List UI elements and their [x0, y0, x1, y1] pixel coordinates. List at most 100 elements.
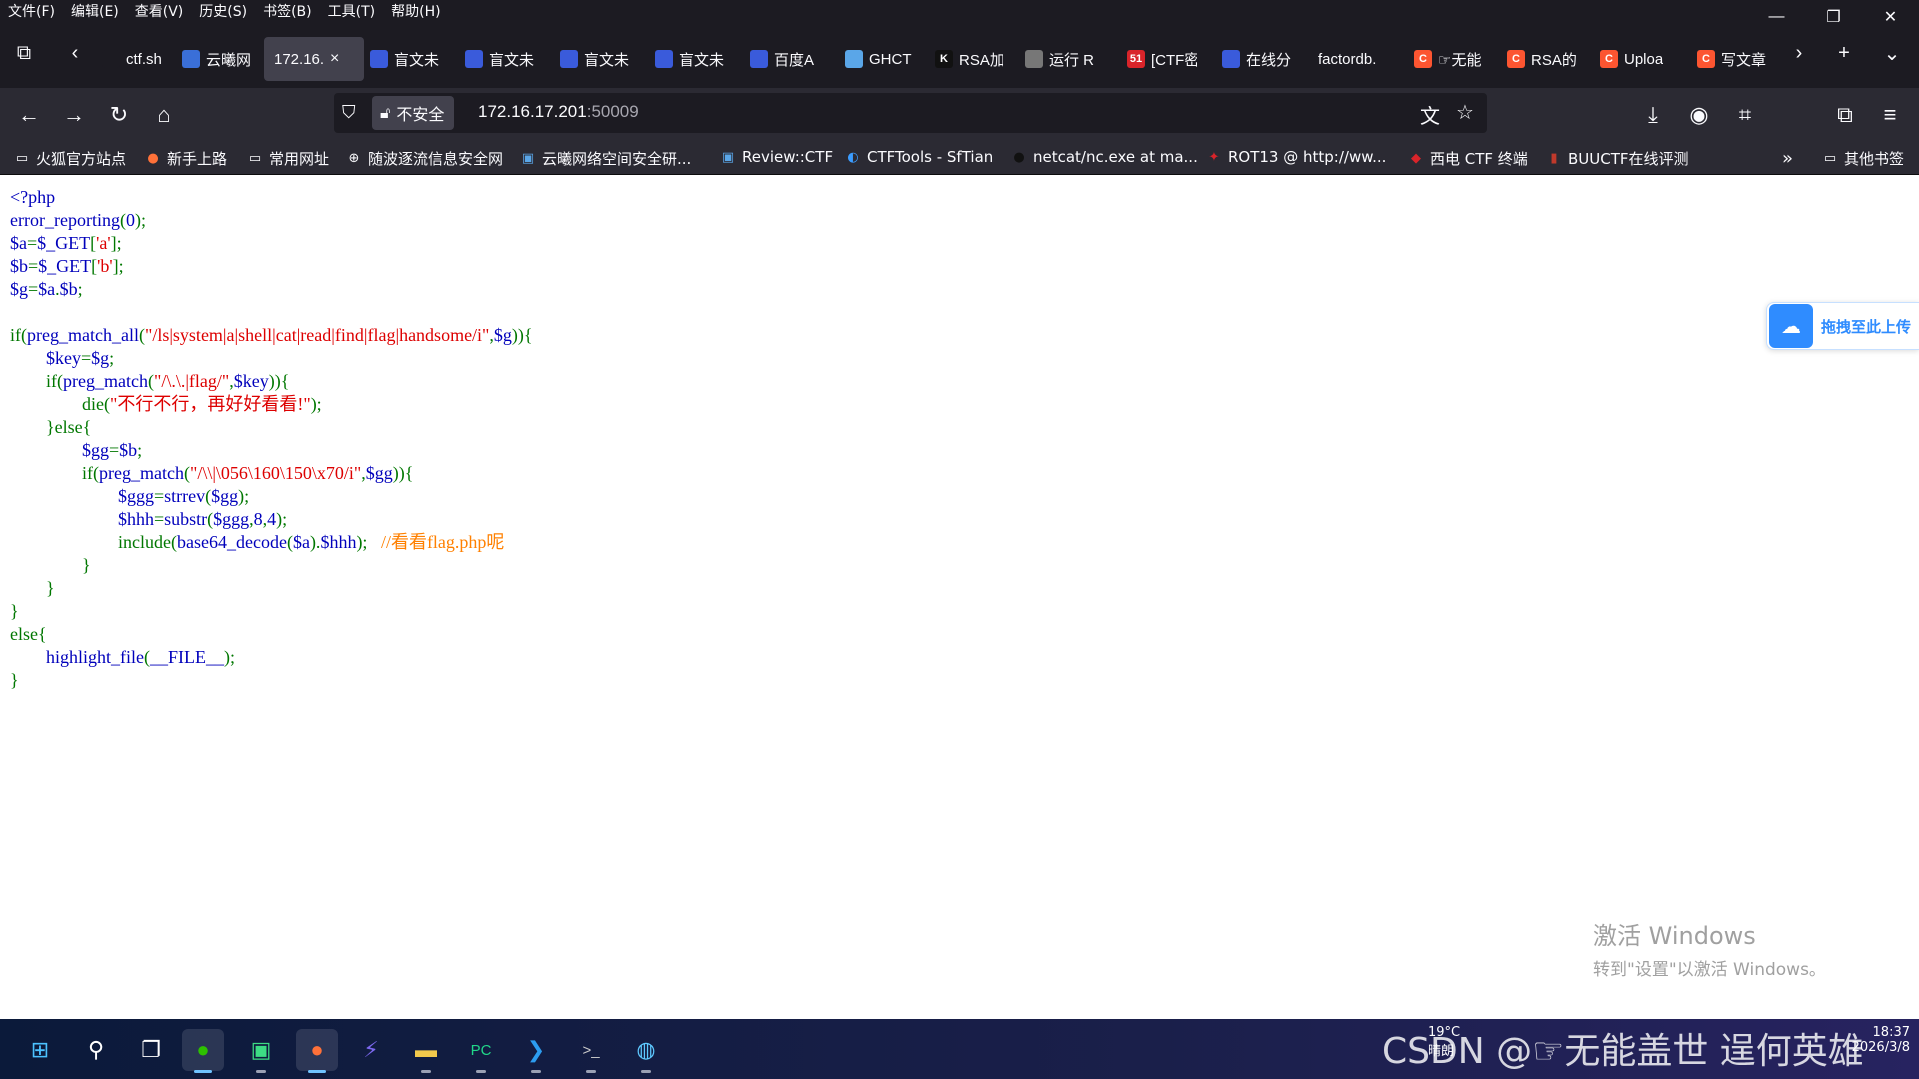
- bookmark-item[interactable]: ◐ CTFTools - SfTian: [845, 148, 993, 166]
- bookmark-label: CTFTools - SfTian: [867, 148, 994, 166]
- task-view-icon[interactable]: ❐: [130, 1029, 172, 1071]
- home-icon[interactable]: ⌂: [145, 96, 183, 134]
- code-token: ;: [77, 279, 83, 299]
- bookmark-item[interactable]: ▮ BUUCTF在线评测: [1546, 148, 1688, 169]
- scroll-tabs-left-icon[interactable]: ‹: [58, 36, 92, 70]
- tab-6[interactable]: 盲文未: [645, 37, 725, 81]
- tab-17[interactable]: C 写文章: [1687, 37, 1767, 81]
- tab-8[interactable]: GHCT: [835, 37, 915, 81]
- cmd-icon[interactable]: >_: [570, 1029, 612, 1073]
- extensions-icon[interactable]: ⧉: [1826, 96, 1864, 134]
- site-security-indicator[interactable]: 🔓︎ 不安全: [372, 96, 455, 130]
- wechat-icon[interactable]: ●: [182, 1029, 224, 1073]
- other-bookmarks-label: 其他书签: [1844, 150, 1905, 168]
- pycharm-icon[interactable]: PC: [460, 1029, 502, 1073]
- code-token: $gg: [10, 440, 109, 460]
- firefox-icon[interactable]: ●: [296, 1029, 338, 1073]
- bookmark-item[interactable]: ▣ Review::CTF: [720, 148, 833, 166]
- back-arrow-icon[interactable]: ←: [10, 96, 48, 134]
- bookmark-item[interactable]: ⊕ 随波逐流信息安全网: [346, 148, 503, 169]
- tracking-shield-icon[interactable]: ⛉: [342, 102, 364, 124]
- bookmark-star-icon[interactable]: ☆: [1456, 100, 1474, 125]
- tab-16[interactable]: C Uploa: [1590, 37, 1672, 81]
- search-icon[interactable]: ⚲: [75, 1029, 117, 1071]
- code-token: )){: [511, 325, 533, 345]
- tab-title: 写文章: [1721, 51, 1767, 69]
- upload-widget-label: 拖拽至此上传: [1821, 317, 1912, 336]
- terminal-app-icon[interactable]: ▣: [240, 1029, 282, 1073]
- app-menu-icon[interactable]: ≡: [1871, 96, 1909, 134]
- bookmark-label: 火狐官方站点: [36, 150, 127, 168]
- new-tab-icon[interactable]: +: [1827, 36, 1861, 70]
- code-token: )){: [268, 371, 290, 391]
- bookmark-item[interactable]: ● 新手上路: [145, 148, 227, 169]
- code-token: }: [10, 555, 91, 575]
- bookmark-label: 随波逐流信息安全网: [368, 150, 504, 168]
- url-text[interactable]: 172.16.17.201:50009: [478, 102, 639, 122]
- forward-arrow-icon[interactable]: →: [55, 96, 93, 134]
- tab-9[interactable]: K RSA加: [925, 37, 1003, 81]
- tab-0[interactable]: ctf.sh: [92, 37, 162, 81]
- more-bookmarks-chevron-icon[interactable]: »: [1782, 148, 1793, 169]
- code-token: <?php: [10, 187, 56, 207]
- bookmark-label: netcat/nc.exe at ma...: [1033, 148, 1198, 166]
- file-explorer-icon[interactable]: ▬: [405, 1029, 447, 1073]
- menu-item[interactable]: 工具(T): [328, 1, 375, 21]
- bookmark-label: 新手上路: [167, 150, 228, 168]
- bookmark-item[interactable]: ◆ 西电 CTF 终端: [1408, 148, 1528, 169]
- watermark-title: 激活 Windows: [1593, 922, 1756, 950]
- bookmark-item[interactable]: ▭ 火狐官方站点: [14, 148, 126, 169]
- tab-title: Uploa: [1624, 50, 1664, 68]
- tab-10[interactable]: 运行 R: [1015, 37, 1101, 81]
- globe-icon: ⊕: [348, 151, 360, 166]
- tab-15[interactable]: C RSA的: [1497, 37, 1577, 81]
- menu-item[interactable]: 编辑(E): [71, 1, 119, 21]
- list-all-tabs-icon[interactable]: ⌄: [1875, 36, 1909, 70]
- menu-item[interactable]: 历史(S): [199, 1, 247, 21]
- tab-2[interactable]: 172.16. ×: [264, 37, 364, 81]
- 51-logo-icon: 51: [1127, 50, 1145, 68]
- scroll-tabs-right-icon[interactable]: ›: [1782, 36, 1816, 70]
- bookmark-label: 常用网址: [269, 150, 330, 168]
- tab-12[interactable]: 在线分: [1212, 37, 1292, 81]
- other-bookmarks-folder[interactable]: ▭ 其他书签: [1822, 148, 1904, 169]
- power-app-icon[interactable]: ⚡: [350, 1029, 392, 1071]
- vscode-icon[interactable]: ❯: [515, 1029, 557, 1073]
- tab-title: 云曦网: [206, 51, 252, 69]
- paint-icon[interactable]: ◍: [625, 1029, 667, 1073]
- downloads-icon[interactable]: ⤓: [1634, 96, 1672, 134]
- menu-item[interactable]: 帮助(H): [391, 1, 440, 21]
- address-bar[interactable]: ⛉ 🔓︎ 不安全 172.16.17.201:50009 文 ☆: [334, 93, 1487, 133]
- code-token: $g: [493, 325, 512, 345]
- firefox-icon: ●: [147, 151, 159, 166]
- close-tab-icon[interactable]: ×: [330, 50, 339, 68]
- account-icon[interactable]: ◉: [1680, 96, 1718, 134]
- code-token: ;: [109, 348, 115, 368]
- site-icon: [182, 50, 200, 68]
- tab-3[interactable]: 盲文未: [360, 37, 440, 81]
- tab-13[interactable]: factordb.: [1308, 37, 1398, 81]
- bookmark-item[interactable]: ▭ 常用网址: [247, 148, 329, 169]
- drag-upload-widget[interactable]: ☁ 拖拽至此上传: [1766, 302, 1919, 350]
- tab-7[interactable]: 百度A: [740, 37, 820, 81]
- code-token: $gg: [365, 463, 393, 483]
- globe-icon: [845, 50, 863, 68]
- tab-11[interactable]: 51 [CTF密: [1117, 37, 1197, 81]
- menu-item[interactable]: 查看(V): [135, 1, 184, 21]
- tab-5[interactable]: 盲文未: [550, 37, 630, 81]
- menu-item[interactable]: 书签(B): [263, 1, 312, 21]
- tab-14[interactable]: C ☞无能: [1404, 37, 1484, 81]
- code-token: $_GET: [38, 256, 92, 276]
- reload-icon[interactable]: ↻: [100, 96, 138, 134]
- tab-1[interactable]: 云曦网: [172, 37, 252, 81]
- translate-icon[interactable]: 文: [1420, 100, 1440, 129]
- bookmark-item[interactable]: ✦ ROT13 @ http://ww...: [1206, 148, 1387, 166]
- tab-title: 百度A: [774, 51, 815, 69]
- firefox-view-icon[interactable]: ⧉: [7, 36, 41, 70]
- bookmark-item[interactable]: ● netcat/nc.exe at ma...: [1011, 148, 1198, 166]
- screenshot-crop-icon[interactable]: ⌗: [1726, 96, 1764, 134]
- start-button[interactable]: ⊞: [19, 1029, 61, 1071]
- menu-item[interactable]: 文件(F): [8, 1, 55, 21]
- bookmark-item[interactable]: ▣ 云曦网络空间安全研...: [520, 148, 691, 169]
- tab-4[interactable]: 盲文未: [455, 37, 535, 81]
